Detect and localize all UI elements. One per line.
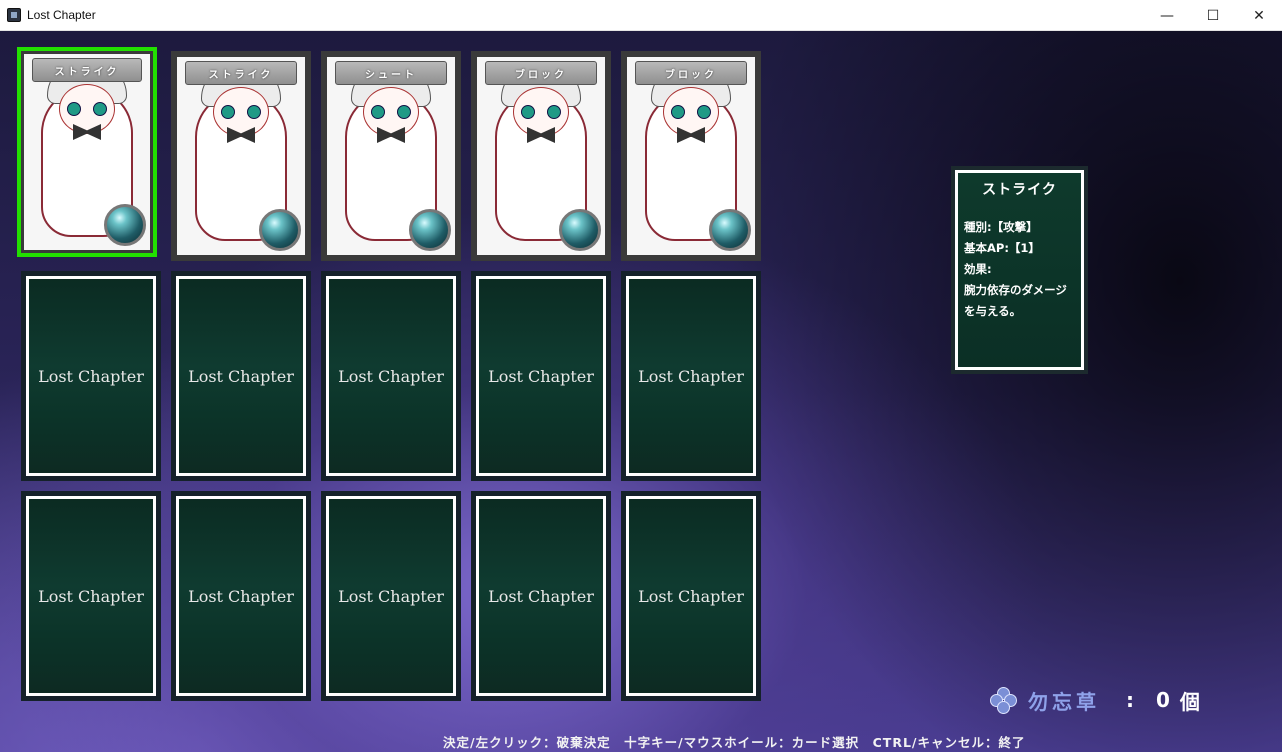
character-eyes bbox=[67, 102, 107, 116]
card-back-label: Lost Chapter bbox=[488, 366, 594, 386]
hand-card-1[interactable]: ストライク bbox=[17, 47, 157, 257]
eye bbox=[67, 102, 81, 116]
eye bbox=[93, 102, 107, 116]
character-eyes bbox=[671, 105, 711, 119]
orb-icon bbox=[259, 209, 301, 251]
card-back-label: Lost Chapter bbox=[338, 586, 444, 606]
window-controls: — ☐ ✕ bbox=[1144, 0, 1282, 31]
eye bbox=[371, 105, 385, 119]
card-info-inner: ストライク 種別:【攻撃】 基本AP:【1】 効果: 腕力依存のダメージ を与え… bbox=[955, 170, 1084, 370]
card-name-banner: ブロック bbox=[485, 61, 597, 85]
card-back-label: Lost Chapter bbox=[638, 366, 744, 386]
maximize-button[interactable]: ☐ bbox=[1190, 0, 1236, 31]
currency-separator: : bbox=[1126, 688, 1134, 712]
currency-unit: 個 bbox=[1179, 689, 1200, 714]
hand-card-5[interactable]: ブロック bbox=[621, 51, 761, 261]
card-back-slot[interactable]: Lost Chapter bbox=[21, 491, 161, 701]
flower-icon bbox=[990, 687, 1017, 714]
card-back-face: Lost Chapter bbox=[476, 496, 606, 696]
eye bbox=[547, 105, 561, 119]
card-effect-line-1: 腕力依存のダメージ bbox=[964, 283, 1067, 297]
close-button[interactable]: ✕ bbox=[1236, 0, 1282, 31]
card-back-face: Lost Chapter bbox=[626, 276, 756, 476]
character-eyes bbox=[371, 105, 411, 119]
orb-icon bbox=[709, 209, 751, 251]
eye bbox=[697, 105, 711, 119]
card-back-label: Lost Chapter bbox=[638, 586, 744, 606]
card-art: ブロック bbox=[627, 57, 755, 255]
card-back-face: Lost Chapter bbox=[176, 496, 306, 696]
petal bbox=[997, 701, 1010, 714]
card-back-slot[interactable]: Lost Chapter bbox=[471, 491, 611, 701]
card-name-banner: ストライク bbox=[32, 58, 142, 82]
eye bbox=[521, 105, 535, 119]
eye bbox=[247, 105, 261, 119]
minimize-button[interactable]: — bbox=[1144, 0, 1190, 31]
card-name-banner: シュート bbox=[335, 61, 447, 85]
card-ap-line: 基本AP:【1】 bbox=[964, 241, 1040, 255]
card-back-slot[interactable]: Lost Chapter bbox=[21, 271, 161, 481]
card-back-face: Lost Chapter bbox=[26, 496, 156, 696]
card-back-label: Lost Chapter bbox=[188, 366, 294, 386]
card-back-face: Lost Chapter bbox=[626, 496, 756, 696]
card-back-slot[interactable]: Lost Chapter bbox=[621, 271, 761, 481]
card-back-face: Lost Chapter bbox=[476, 276, 606, 476]
game-screen: ストライク ストライク シュート ブロック ブロック Lost Chapter … bbox=[0, 31, 1282, 752]
card-back-label: Lost Chapter bbox=[38, 586, 144, 606]
character-eyes bbox=[521, 105, 561, 119]
window-title: Lost Chapter bbox=[27, 8, 96, 22]
card-art: ブロック bbox=[477, 57, 605, 255]
card-art: ストライク bbox=[177, 57, 305, 255]
card-back-slot[interactable]: Lost Chapter bbox=[321, 271, 461, 481]
card-back-face: Lost Chapter bbox=[26, 276, 156, 476]
orb-icon bbox=[559, 209, 601, 251]
hand-card-3[interactable]: シュート bbox=[321, 51, 461, 261]
card-type-line: 種別:【攻撃】 bbox=[964, 220, 1038, 234]
currency-count: 0 bbox=[1156, 688, 1170, 712]
hand-card-4[interactable]: ブロック bbox=[471, 51, 611, 261]
orb-icon bbox=[104, 204, 146, 246]
card-back-face: Lost Chapter bbox=[326, 496, 456, 696]
card-info-title: ストライク bbox=[982, 182, 1057, 198]
card-art: シュート bbox=[327, 57, 455, 255]
currency-display: 勿忘草 : 0 個 bbox=[990, 684, 1200, 716]
orb-icon bbox=[409, 209, 451, 251]
card-back-face: Lost Chapter bbox=[176, 276, 306, 476]
eye bbox=[397, 105, 411, 119]
card-effect-line-2: を与える。 bbox=[964, 304, 1022, 318]
app-icon bbox=[7, 8, 21, 22]
eye bbox=[671, 105, 685, 119]
card-back-slot[interactable]: Lost Chapter bbox=[471, 271, 611, 481]
card-back-label: Lost Chapter bbox=[488, 586, 594, 606]
card-back-slot[interactable]: Lost Chapter bbox=[171, 271, 311, 481]
card-name-banner: ストライク bbox=[185, 61, 297, 85]
card-back-label: Lost Chapter bbox=[38, 366, 144, 386]
currency-name: 勿忘草 bbox=[1028, 689, 1100, 714]
card-back-label: Lost Chapter bbox=[188, 586, 294, 606]
card-back-label: Lost Chapter bbox=[338, 366, 444, 386]
card-art: ストライク bbox=[24, 54, 150, 250]
card-name-banner: ブロック bbox=[635, 61, 747, 85]
card-back-slot[interactable]: Lost Chapter bbox=[621, 491, 761, 701]
hand-card-2[interactable]: ストライク bbox=[171, 51, 311, 261]
card-back-slot[interactable]: Lost Chapter bbox=[321, 491, 461, 701]
card-back-face: Lost Chapter bbox=[326, 276, 456, 476]
controls-help-text: 決定/左クリック：破棄決定 十字キー/マウスホイール：カード選択 CTRL/キャ… bbox=[443, 735, 1026, 750]
character-eyes bbox=[221, 105, 261, 119]
card-effect-label: 効果: bbox=[964, 262, 992, 276]
card-info-panel: ストライク 種別:【攻撃】 基本AP:【1】 効果: 腕力依存のダメージ を与え… bbox=[951, 166, 1088, 374]
eye bbox=[221, 105, 235, 119]
card-back-slot[interactable]: Lost Chapter bbox=[171, 491, 311, 701]
title-bar: Lost Chapter — ☐ ✕ bbox=[0, 0, 1282, 31]
